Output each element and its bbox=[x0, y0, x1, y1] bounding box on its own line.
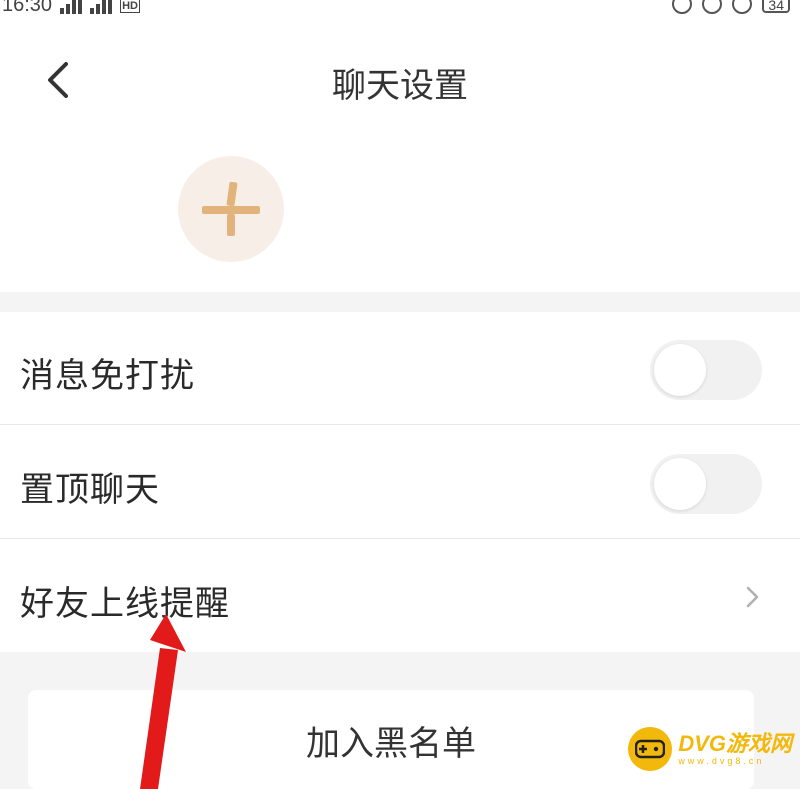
alarm-icon bbox=[702, 0, 723, 14]
add-member-button[interactable] bbox=[178, 156, 284, 262]
mute-notifications-label: 消息免打扰 bbox=[20, 356, 195, 396]
watermark-text: DVG游戏网 www.dvg8.cn bbox=[678, 730, 792, 766]
gamepad-icon bbox=[628, 727, 673, 771]
chevron-right-icon bbox=[746, 586, 759, 608]
status-right: 34 bbox=[672, 0, 790, 14]
toggle-knob bbox=[654, 458, 706, 510]
status-time: 16:30 bbox=[2, 0, 53, 16]
nav-bar: 聊天设置 bbox=[0, 40, 800, 120]
network-type-badge: HD bbox=[120, 0, 140, 13]
members-section bbox=[0, 120, 800, 292]
section-divider bbox=[0, 292, 800, 312]
page-title: 聊天设置 bbox=[332, 66, 468, 106]
signal-icon bbox=[60, 0, 83, 14]
pin-chat-toggle[interactable] bbox=[650, 454, 762, 514]
toggle-knob bbox=[654, 344, 706, 396]
friend-online-alert-label: 好友上线提醒 bbox=[20, 584, 230, 624]
watermark-logo: DVG游戏网 www.dvg8.cn bbox=[628, 721, 792, 777]
battery-indicator: 34 bbox=[762, 0, 790, 13]
mute-notifications-row[interactable]: 消息免打扰 bbox=[0, 312, 800, 425]
pin-chat-row[interactable]: 置顶聊天 bbox=[0, 426, 800, 539]
status-bar: 16:30 HD 34 bbox=[0, 0, 800, 22]
plus-icon bbox=[202, 181, 260, 236]
mute-notifications-toggle[interactable] bbox=[650, 340, 762, 400]
mute-icon bbox=[672, 0, 693, 14]
signal-icon-2 bbox=[90, 0, 113, 14]
friend-online-alert-row[interactable]: 好友上线提醒 bbox=[0, 540, 800, 653]
pin-chat-label: 置顶聊天 bbox=[20, 470, 160, 510]
watermark-url: www.dvg8.cn bbox=[678, 755, 765, 766]
clock-icon bbox=[732, 0, 753, 14]
status-left: 16:30 HD bbox=[2, 0, 140, 17]
watermark-brand: DVG游戏网 bbox=[678, 730, 792, 756]
